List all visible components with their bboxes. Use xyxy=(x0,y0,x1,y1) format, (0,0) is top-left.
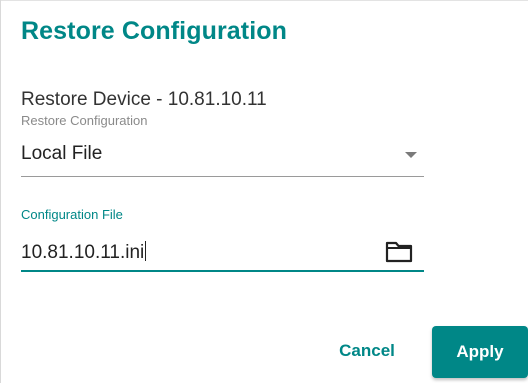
top-divider xyxy=(1,0,528,1)
file-input-underline xyxy=(21,270,424,272)
dialog-title: Restore Configuration xyxy=(21,17,287,45)
restore-configuration-label: Restore Configuration xyxy=(21,113,148,128)
configuration-file-value: 10.81.10.11.ini xyxy=(21,242,145,263)
folder-icon[interactable] xyxy=(385,240,413,264)
restore-configuration-dialog: Restore Configuration Restore Device - 1… xyxy=(0,0,528,383)
restore-configuration-value[interactable]: Local File xyxy=(21,143,102,165)
restore-configuration-select[interactable]: Restore Configuration Local File xyxy=(21,113,424,178)
text-caret xyxy=(145,241,147,261)
apply-button[interactable]: Apply xyxy=(432,326,528,378)
restore-device-label: Restore Device - 10.81.10.11 xyxy=(21,89,267,110)
configuration-file-field[interactable]: Configuration File 10.81.10.11.ini xyxy=(21,207,424,273)
configuration-file-input[interactable]: 10.81.10.11.ini xyxy=(21,241,147,264)
cancel-button[interactable]: Cancel xyxy=(330,328,404,374)
configuration-file-label: Configuration File xyxy=(21,207,123,222)
dropdown-arrow-icon[interactable] xyxy=(405,152,417,158)
select-underline xyxy=(21,176,424,177)
